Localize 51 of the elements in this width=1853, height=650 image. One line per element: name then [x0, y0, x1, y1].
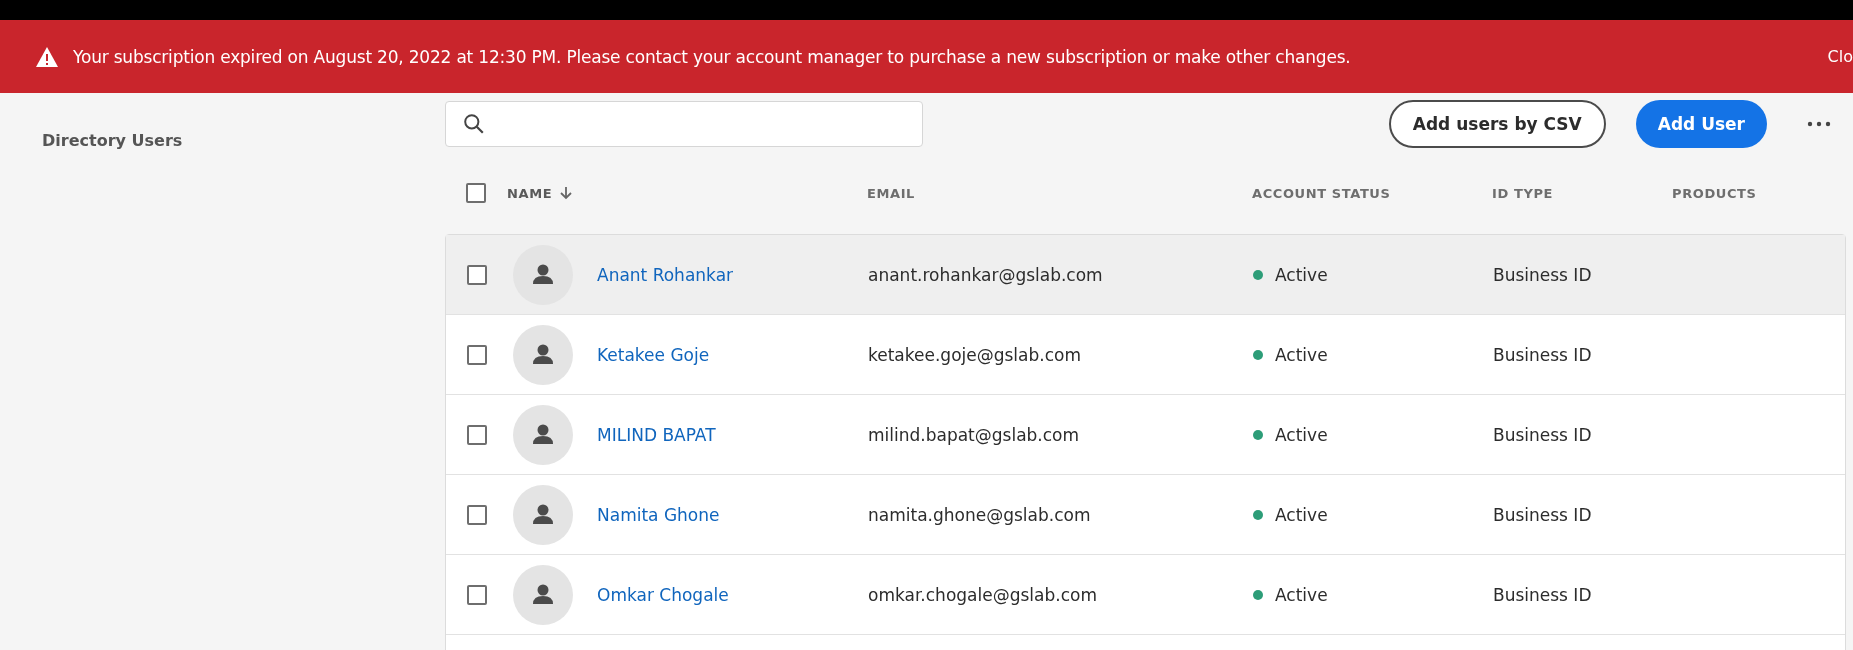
column-header[interactable]: ACCOUNT STATUS	[1252, 185, 1391, 201]
table-row[interactable]: Ketakee Goje ketakee.goje@gslab.com Active Business ID	[446, 315, 1845, 395]
id-type-text: Business ID	[1493, 344, 1592, 365]
user-name-link[interactable]: Omkar Chogale	[597, 584, 729, 605]
row-checkbox[interactable]	[467, 584, 487, 605]
user-name-link[interactable]: Anant Rohankar	[597, 264, 734, 285]
row-checkbox[interactable]	[467, 344, 487, 365]
select-all-checkbox[interactable]	[466, 183, 486, 203]
id-type-text: Business ID	[1493, 504, 1592, 525]
user-name-link[interactable]: Ketakee Goje	[597, 344, 710, 365]
column-header[interactable]: NAME	[507, 185, 553, 201]
user-name-link[interactable]: MILIND BAPAT	[597, 424, 716, 445]
alert-message: Your subscription expired on August 20, 2022 at 12:30 PM. Please contact your account manager to purchase a new subscription or make other changes.	[73, 46, 1351, 67]
id-type-text: Business ID	[1493, 584, 1592, 605]
table-row[interactable]: MILIND BAPAT milind.bapat@gslab.com Active Business ID	[446, 395, 1845, 475]
email-text: omkar.chogale@gslab.com	[868, 584, 1097, 605]
column-header[interactable]: ID TYPE	[1492, 185, 1554, 201]
avatar-icon	[513, 484, 573, 545]
more-icon[interactable]	[1807, 121, 1831, 127]
sort-arrow-icon[interactable]	[560, 186, 573, 200]
row-checkbox[interactable]	[467, 504, 487, 525]
add-user-button[interactable]: Add User	[1635, 100, 1767, 148]
add-users-by-csv-button[interactable]: Add users by CSV	[1388, 100, 1606, 148]
search-icon	[463, 113, 485, 135]
table-row[interactable]: Omkar Chogale omkar.chogale@gslab.com Active Business ID	[446, 555, 1845, 635]
row-checkbox[interactable]	[467, 264, 487, 285]
row-checkbox[interactable]	[467, 424, 487, 445]
status-text: Active	[1275, 344, 1328, 365]
warning-icon	[35, 45, 59, 68]
column-header[interactable]: EMAIL	[867, 185, 915, 201]
email-text: ketakee.goje@gslab.com	[868, 344, 1081, 365]
search-field[interactable]	[445, 101, 923, 147]
column-header[interactable]: PRODUCTS	[1672, 185, 1757, 201]
status-text: Active	[1275, 504, 1328, 525]
status-text: Active	[1275, 424, 1328, 445]
table-row[interactable]: Anant Rohankar anant.rohankar@gslab.com Active Business ID	[446, 235, 1845, 315]
user-name-link[interactable]: Namita Ghone	[597, 504, 720, 525]
sidebar-item[interactable]: Directory Users	[42, 131, 445, 150]
avatar-icon	[513, 564, 573, 625]
avatar-icon	[513, 244, 573, 305]
id-type-text: Business ID	[1493, 264, 1592, 285]
status-text: Active	[1275, 584, 1328, 605]
email-text: namita.ghone@gslab.com	[868, 504, 1091, 525]
id-type-text: Business ID	[1493, 424, 1592, 445]
email-text: milind.bapat@gslab.com	[868, 424, 1080, 445]
avatar-icon	[513, 404, 573, 465]
status-text: Active	[1275, 264, 1328, 285]
email-text: anant.rohankar@gslab.com	[868, 264, 1103, 285]
close-link[interactable]: Clo	[1827, 47, 1853, 66]
table-row[interactable]: Namita Ghone namita.ghone@gslab.com Active Business ID	[446, 475, 1845, 555]
avatar-icon	[513, 324, 573, 385]
